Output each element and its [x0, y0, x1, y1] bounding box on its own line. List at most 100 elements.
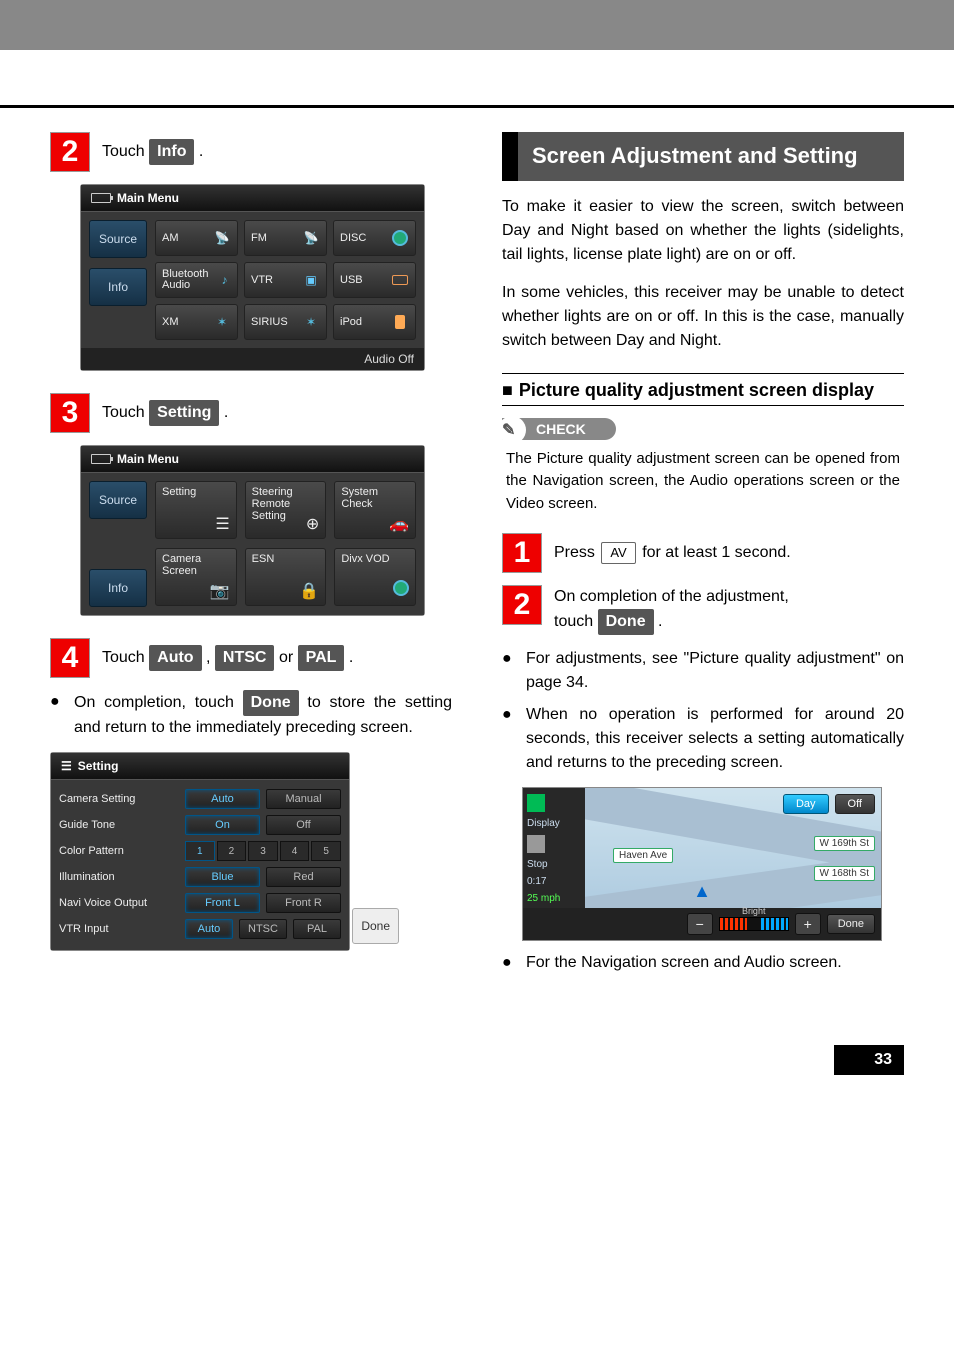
day-button[interactable]: Day	[783, 794, 829, 814]
sat-icon: ✶	[302, 313, 320, 331]
check-badge: ✎ CHECK	[502, 418, 616, 440]
pencil-icon: ✎	[502, 420, 515, 440]
row-label: VTR Input	[59, 923, 179, 935]
vtr-input-row: VTR Input Auto NTSC PAL	[59, 916, 341, 942]
vtr-auto-button[interactable]: Auto	[185, 919, 233, 939]
color-1-button[interactable]: 1	[185, 841, 215, 861]
step-number-1: 1	[502, 533, 542, 573]
navi-voice-row: Navi Voice Output Front L Front R	[59, 890, 341, 916]
xm-button[interactable]: XM✶	[155, 304, 238, 340]
color-3-button[interactable]: 3	[248, 841, 278, 861]
text: On completion, touch	[74, 694, 243, 711]
page-content: 2 Touch Info . Main Menu Source Info AM📡	[0, 108, 954, 985]
ntsc-button-label: NTSC	[215, 645, 275, 671]
usb-button[interactable]: USB	[333, 262, 416, 298]
source-tab[interactable]: Source	[89, 481, 147, 519]
navi-frontl-button[interactable]: Front L	[185, 893, 260, 913]
text: Touch	[102, 404, 149, 421]
text: .	[224, 404, 228, 421]
side-tabs: Source Info	[89, 220, 147, 340]
done-button[interactable]: Done	[352, 908, 399, 944]
source-grid: AM📡 FM📡 DISC Bluetooth Audio♪ VTR▣ USB X…	[155, 220, 416, 340]
camera-setting-row: Camera Setting Auto Manual	[59, 786, 341, 812]
page-number: 33	[834, 1045, 904, 1075]
bright-plus-button[interactable]: +	[795, 913, 821, 935]
text: touch	[554, 613, 598, 630]
info-tab[interactable]: Info	[89, 268, 147, 306]
bright-minus-button[interactable]: −	[687, 913, 713, 935]
text: or	[279, 649, 298, 666]
pal-button-label: PAL	[298, 645, 345, 671]
stop-icon	[527, 835, 545, 853]
system-check-tile[interactable]: System Check🚗	[334, 481, 416, 539]
check-label: CHECK	[536, 421, 586, 437]
color-5-button[interactable]: 5	[311, 841, 341, 861]
setting-screenshot: ☰ Setting Camera Setting Auto Manual Gui…	[50, 752, 350, 951]
divx-tile[interactable]: Divx VOD	[334, 548, 416, 606]
guide-tone-row: Guide Tone On Off	[59, 812, 341, 838]
list-icon: ☰	[215, 514, 229, 534]
antenna-icon: 📡	[302, 229, 320, 247]
am-button[interactable]: AM📡	[155, 220, 238, 256]
text: ,	[206, 649, 215, 666]
main-menu-screenshot-1: Main Menu Source Info AM📡 FM📡 DISC Bluet…	[80, 184, 425, 371]
side-tabs: Source Info	[89, 481, 147, 607]
color-2-button[interactable]: 2	[217, 841, 247, 861]
paragraph-2: In some vehicles, this receiver may be u…	[502, 281, 904, 353]
camera-auto-button[interactable]: Auto	[185, 789, 260, 809]
text: Press	[554, 544, 599, 561]
ipod-icon	[391, 313, 409, 331]
text: for at least 1 second.	[642, 544, 791, 561]
step-2-text: Touch Info .	[102, 139, 203, 165]
done-button-label: Done	[598, 609, 654, 635]
vtr-pal-button[interactable]: PAL	[293, 919, 341, 939]
steering-remote-tile[interactable]: Steering Remote Setting⊕	[245, 481, 327, 539]
vtr-icon: ▣	[302, 271, 320, 289]
guide-off-button[interactable]: Off	[266, 815, 341, 835]
text: .	[199, 143, 203, 160]
camera-manual-button[interactable]: Manual	[266, 789, 341, 809]
disc-button[interactable]: DISC	[333, 220, 416, 256]
text: On completion of the adjustment,	[554, 588, 789, 605]
page-footer: 33	[0, 985, 954, 1105]
illum-blue-button[interactable]: Blue	[185, 867, 260, 887]
left-column: 2 Touch Info . Main Menu Source Info AM📡	[50, 132, 452, 985]
off-button[interactable]: Off	[835, 794, 875, 814]
esn-tile[interactable]: ESN🔒	[245, 548, 327, 606]
screenshot-title: ☰ Setting	[51, 753, 349, 780]
color-pattern-row: Color Pattern 1 2 3 4 5	[59, 838, 341, 864]
camera-screen-tile[interactable]: Camera Screen📷	[155, 548, 237, 606]
bright-label: Bright	[720, 906, 788, 916]
battery-icon	[91, 193, 111, 203]
illumination-row: Illumination Blue Red	[59, 864, 341, 890]
navi-frontr-button[interactable]: Front R	[266, 893, 341, 913]
source-tab[interactable]: Source	[89, 220, 147, 258]
screenshot-title: Main Menu	[81, 446, 424, 473]
info-tab[interactable]: Info	[89, 569, 147, 607]
title-text: Main Menu	[117, 191, 179, 205]
nav-done-button[interactable]: Done	[827, 914, 875, 934]
bright-gauge: Bright	[719, 917, 789, 931]
car-icon: 🚗	[389, 514, 409, 534]
illum-red-button[interactable]: Red	[266, 867, 341, 887]
nav-left-panel: Display Stop 0:17 25 mph	[523, 788, 585, 908]
step-number-3: 3	[50, 393, 90, 433]
ipod-button[interactable]: iPod	[333, 304, 416, 340]
navigation-screenshot: W 169th St W 168th St Haven Ave ▲ Day Of…	[522, 787, 882, 941]
bluetooth-button[interactable]: Bluetooth Audio♪	[155, 262, 238, 298]
nav-bottom-bar: − Bright + Done	[523, 908, 881, 940]
row-label: Color Pattern	[59, 845, 179, 857]
audio-off-button[interactable]: Audio Off	[81, 348, 424, 370]
usb-icon	[391, 271, 409, 289]
guide-on-button[interactable]: On	[185, 815, 260, 835]
sirius-button[interactable]: SIRIUS✶	[244, 304, 327, 340]
color-4-button[interactable]: 4	[280, 841, 310, 861]
right-bullets: For adjustments, see "Picture quality ad…	[502, 647, 904, 775]
fm-button[interactable]: FM📡	[244, 220, 327, 256]
text: Touch	[102, 649, 149, 666]
vtr-ntsc-button[interactable]: NTSC	[239, 919, 287, 939]
vtr-button[interactable]: VTR▣	[244, 262, 327, 298]
note-item: On completion, touch Done to store the s…	[50, 690, 452, 740]
setting-tile[interactable]: Setting☰	[155, 481, 237, 539]
street-sign: Haven Ave	[613, 848, 673, 863]
